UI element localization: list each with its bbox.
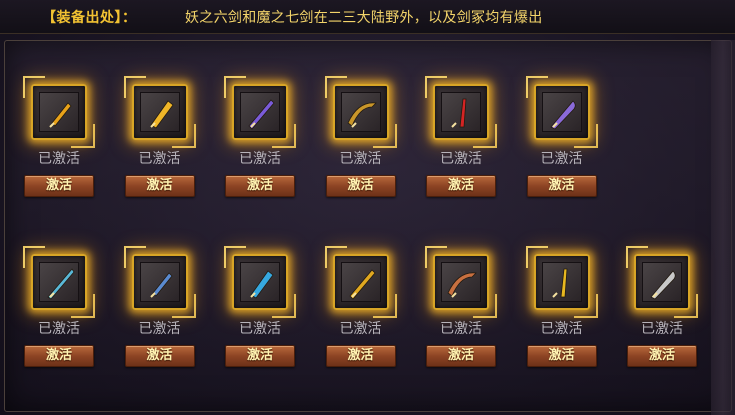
equipment-slot: 已激活 激活	[218, 228, 302, 368]
source-label: 【装备出处】：	[42, 10, 137, 26]
activation-status: 已激活	[641, 321, 683, 337]
activate-button[interactable]: 激活	[526, 345, 597, 367]
golden-blade-icon	[139, 92, 180, 132]
activate-button[interactable]: 激活	[24, 175, 94, 197]
item-frame[interactable]	[23, 246, 95, 318]
twisted-blade-icon	[441, 262, 481, 302]
activation-status: 已激活	[540, 151, 583, 167]
activate-button[interactable]: 激活	[225, 175, 295, 197]
activate-button[interactable]: 激活	[526, 175, 597, 197]
equipment-slot: 已激活 激活	[419, 58, 503, 198]
red-blade-icon	[441, 92, 481, 132]
equipment-slot: 已激活 激活	[319, 58, 403, 198]
item-frame[interactable]	[324, 76, 397, 148]
equipment-panel: 【装备出处】： 妖之六剑和魔之七剑在二三大陆野外，以及剑冢均有爆出 已激活 激活已…	[0, 0, 735, 415]
activate-button[interactable]: 激活	[325, 345, 396, 367]
purple-scimitar-icon	[541, 92, 582, 132]
equipment-slot: 已激活 激活	[520, 58, 604, 198]
activate-button[interactable]: 激活	[325, 175, 396, 197]
item-frame[interactable]	[23, 76, 95, 148]
activation-status: 已激活	[540, 321, 583, 337]
activate-button[interactable]: 激活	[426, 175, 496, 197]
dragon-saber-icon	[340, 92, 381, 132]
activation-status: 已激活	[138, 321, 181, 337]
blue-longsword-icon	[139, 262, 180, 302]
cyan-dagger-icon	[240, 262, 280, 302]
ice-greatsword-icon	[39, 262, 79, 302]
activation-status: 已激活	[440, 151, 482, 167]
item-frame[interactable]	[525, 246, 598, 318]
item-frame[interactable]	[123, 246, 196, 318]
equipment-slot: 已激活 激活	[520, 228, 604, 368]
activation-status: 已激活	[38, 151, 80, 167]
activate-button[interactable]: 激活	[426, 345, 496, 367]
activation-status: 已激活	[239, 321, 281, 337]
item-frame[interactable]	[123, 76, 196, 148]
activate-button[interactable]: 激活	[124, 175, 195, 197]
equipment-slot: 已激活 激活	[118, 228, 202, 368]
activate-button[interactable]: 激活	[225, 345, 295, 367]
source-description: 妖之六剑和魔之七剑在二三大陆野外，以及剑冢均有爆出	[185, 10, 543, 26]
activation-status: 已激活	[239, 151, 281, 167]
activation-status: 已激活	[138, 151, 181, 167]
equipment-slot: 已激活 激活	[218, 58, 302, 198]
activation-status: 已激活	[339, 321, 382, 337]
golden-rod-icon	[340, 262, 381, 302]
purple-sword-icon	[240, 92, 280, 132]
activate-button[interactable]: 激活	[124, 345, 195, 367]
item-frame[interactable]	[224, 76, 296, 148]
equipment-slot: 已激活 激活	[620, 228, 704, 368]
equipment-slot: 已激活 激活	[17, 58, 101, 198]
source-bar: 【装备出处】： 妖之六剑和魔之七剑在二三大陆野外，以及剑冢均有爆出	[0, 0, 735, 34]
activation-status: 已激活	[440, 321, 482, 337]
scroll-rail	[711, 40, 735, 415]
item-frame[interactable]	[425, 246, 497, 318]
activate-button[interactable]: 激活	[627, 345, 697, 367]
item-frame[interactable]	[626, 246, 698, 318]
golden-dagger-icon	[39, 92, 79, 132]
activation-status: 已激活	[339, 151, 382, 167]
golden-spear-icon	[541, 262, 582, 302]
equipment-slot: 已激活 激活	[17, 228, 101, 368]
item-frame[interactable]	[324, 246, 397, 318]
equipment-slot: 已激活 激活	[419, 228, 503, 368]
item-frame[interactable]	[525, 76, 598, 148]
item-frame[interactable]	[224, 246, 296, 318]
item-frame[interactable]	[425, 76, 497, 148]
serrated-blade-icon	[642, 262, 682, 302]
activation-status: 已激活	[38, 321, 80, 337]
equipment-slot: 已激活 激活	[118, 58, 202, 198]
activate-button[interactable]: 激活	[24, 345, 94, 367]
equipment-slot: 已激活 激活	[319, 228, 403, 368]
